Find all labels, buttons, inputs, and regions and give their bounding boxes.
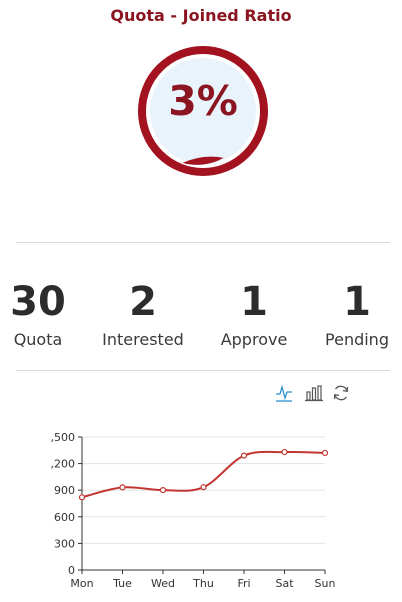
- y-tick-label: ,200: [51, 458, 76, 471]
- data-point: [159, 487, 167, 494]
- stat-value: 1: [240, 279, 268, 325]
- y-tick-label: 600: [54, 511, 75, 524]
- stat-label: Pending: [325, 330, 389, 349]
- stat-quota: 30 Quota: [0, 280, 88, 349]
- stat-label: Approve: [220, 330, 288, 349]
- ratio-gauge: 3%: [134, 42, 272, 180]
- stat-label: Quota: [13, 330, 63, 349]
- y-tick-label: ,500: [51, 431, 76, 444]
- stat-approve: 1 Approve: [204, 280, 304, 349]
- divider: [16, 242, 390, 243]
- data-point: [200, 484, 207, 491]
- stat-value: 30: [10, 279, 66, 325]
- stat-interested: 2 Interested: [93, 280, 193, 349]
- stat-pending: 1 Pending: [307, 280, 402, 349]
- x-tick-label: Sat: [275, 577, 294, 590]
- bar-chart-icon[interactable]: [304, 383, 324, 403]
- refresh-icon[interactable]: [331, 383, 351, 403]
- divider: [16, 370, 390, 371]
- x-tick-label: Mon: [70, 577, 93, 590]
- x-tick-label: Wed: [151, 577, 175, 590]
- x-tick-label: Fri: [237, 577, 250, 590]
- x-tick-label: Tue: [112, 577, 132, 590]
- data-point: [321, 449, 329, 457]
- weekly-line-chart: 0 300 600 900 ,200 ,500 Mon Tue Wed Thu Fri Sat Sun: [51, 431, 336, 590]
- x-tick-label: Sun: [315, 577, 336, 590]
- data-point: [119, 484, 126, 491]
- stat-label: Interested: [102, 330, 184, 349]
- y-tick-label: 300: [54, 537, 75, 550]
- gauge-value: 3%: [168, 77, 238, 125]
- data-point: [240, 452, 248, 459]
- stat-value: 1: [343, 279, 371, 325]
- stat-value: 2: [129, 279, 157, 325]
- page-title: Quota - Joined Ratio: [110, 6, 292, 25]
- data-point: [281, 448, 288, 456]
- line-chart-icon[interactable]: [274, 383, 294, 403]
- y-tick-label: 900: [54, 484, 75, 497]
- y-tick-label: 0: [68, 564, 75, 577]
- x-tick-label: Thu: [192, 577, 214, 590]
- data-point: [78, 494, 86, 501]
